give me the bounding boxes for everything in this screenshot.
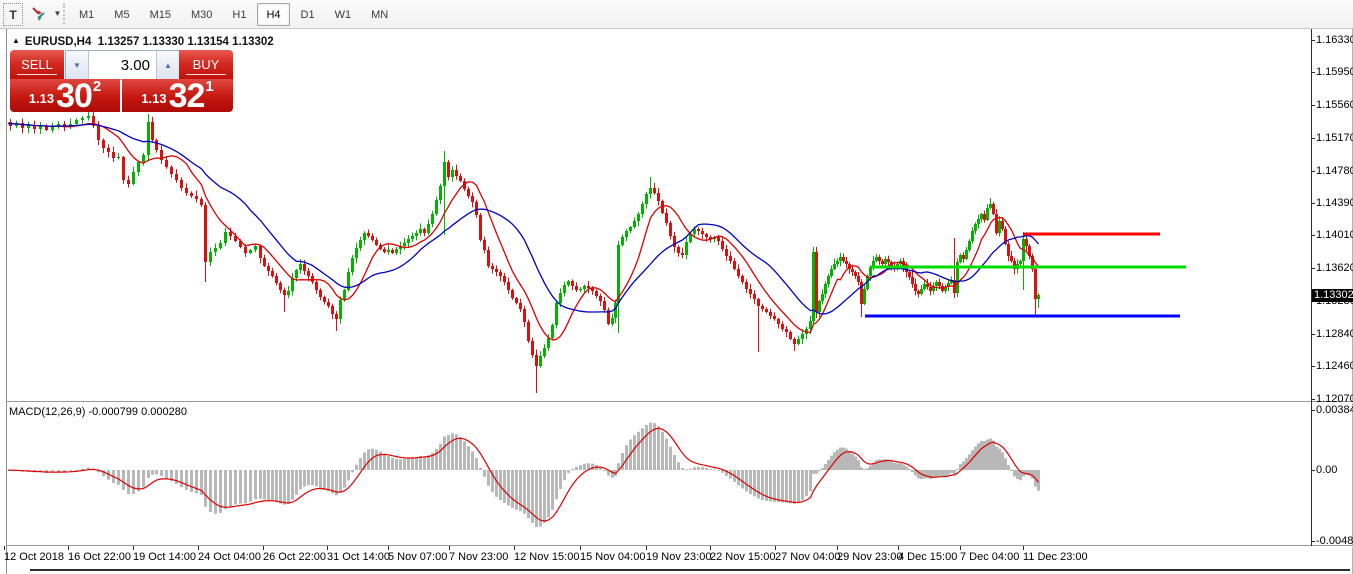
macd-main-value: -0.000799 [88, 406, 138, 418]
time-axis[interactable] [8, 547, 1310, 569]
open-value: 1.13257 [98, 36, 140, 48]
volume-increase-button[interactable]: ▲ [156, 51, 179, 79]
volume-decrease-button[interactable]: ▼ [66, 51, 89, 79]
macd-indicator-label: MACD(12,26,9) -0.000799 0.000280 [9, 406, 187, 418]
macd-name: MACD(12,26,9) [9, 406, 85, 418]
volume-spinner: ▼ ▲ [65, 50, 180, 80]
current-price-badge: 1.13302 [1312, 289, 1353, 302]
buy-button[interactable]: BUY [179, 50, 233, 79]
buy-button-label: BUY [193, 57, 220, 72]
ask-pips: 32 [169, 83, 205, 109]
high-value: 1.13330 [143, 36, 185, 48]
close-value: 1.13302 [232, 36, 274, 48]
sell-button[interactable]: SELL [10, 50, 64, 79]
price-axis[interactable] [1312, 31, 1353, 545]
bid-price-display[interactable]: 1.13 30 2 [10, 79, 120, 112]
bid-pipette: 2 [93, 78, 101, 95]
macd-pane[interactable] [8, 403, 1310, 544]
ask-figure: 1.13 [141, 91, 166, 106]
chart-ohlc-title: ▲ EURUSD,H4 1.13257 1.13330 1.13154 1.133… [12, 36, 274, 48]
bid-pips: 30 [56, 83, 92, 109]
low-value: 1.13154 [187, 36, 229, 48]
buy-underline [186, 74, 226, 75]
platform-screen: T ▼ M1M5M15M30H1H4D1W1MN [0, 0, 1353, 574]
symbol-period-label: EURUSD,H4 [25, 36, 91, 48]
bid-figure: 1.13 [29, 91, 54, 106]
ask-price-display[interactable]: 1.13 32 1 [122, 79, 233, 112]
volume-input[interactable] [89, 51, 156, 79]
ask-pipette: 1 [205, 78, 213, 95]
collapse-triangle-icon: ▲ [12, 36, 20, 45]
macd-signal-value: 0.000280 [141, 406, 187, 418]
sell-underline [17, 74, 57, 75]
sell-button-label: SELL [21, 57, 53, 72]
one-click-trading-panel: SELL ▼ ▲ BUY 1.13 30 2 1.13 32 1 [10, 50, 233, 112]
